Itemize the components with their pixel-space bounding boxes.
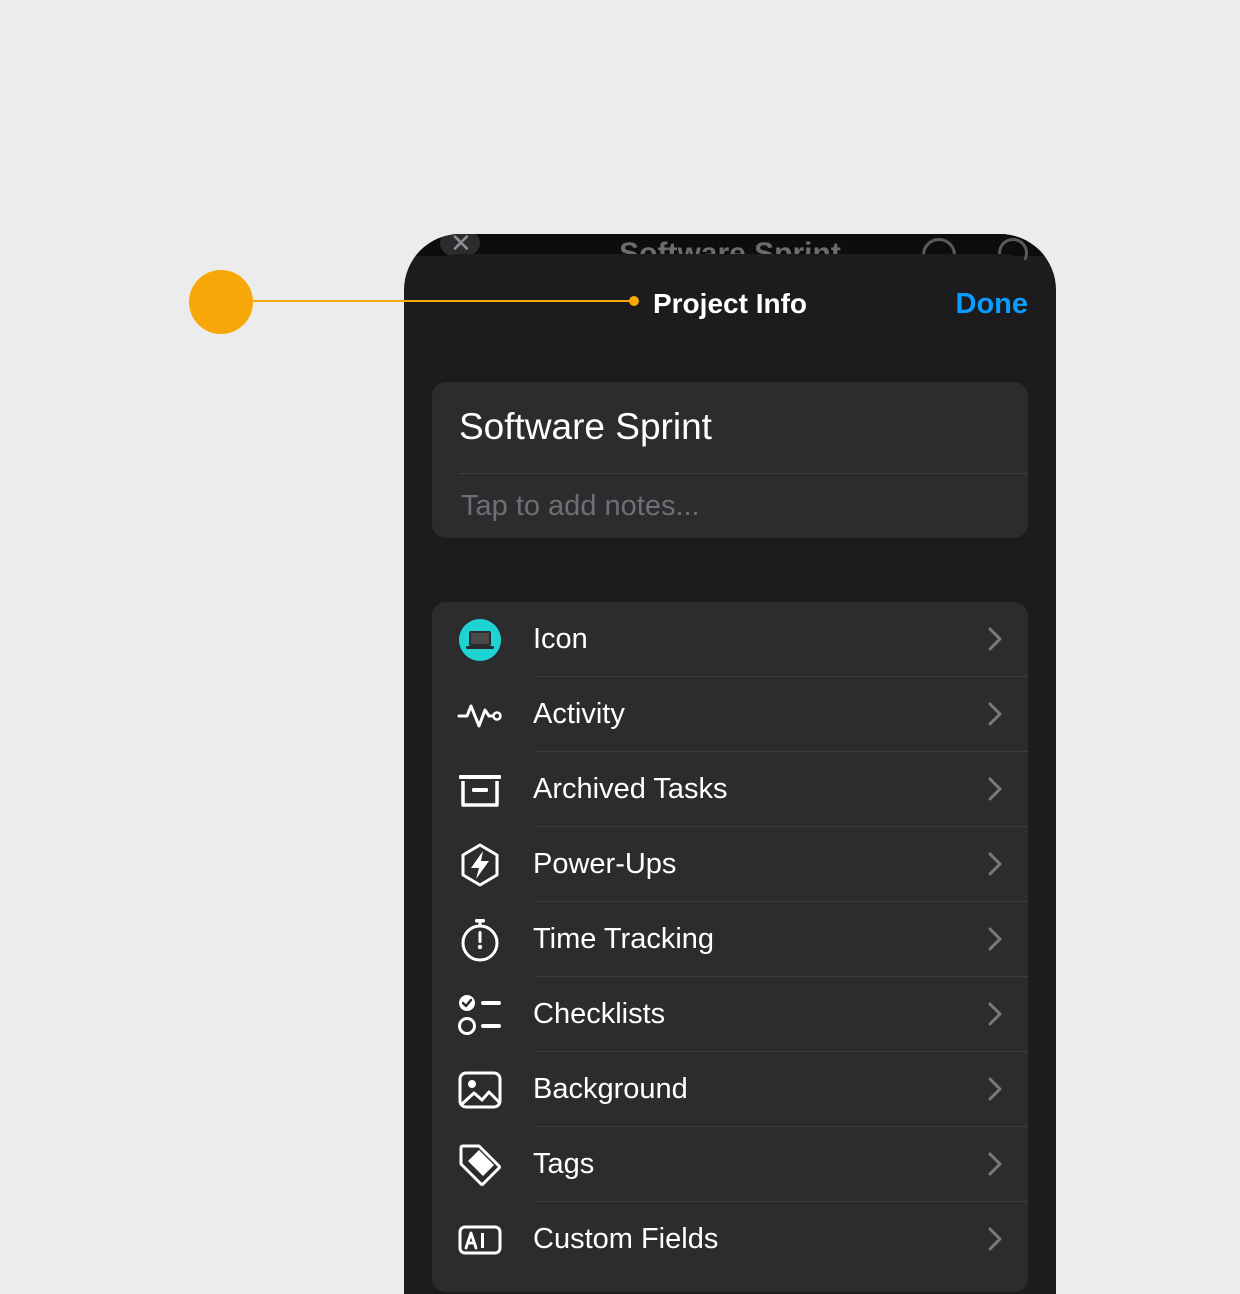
- menu-item-label: Activity: [533, 698, 625, 730]
- chevron-right-icon: [988, 927, 1002, 951]
- done-button[interactable]: Done: [956, 284, 1029, 324]
- menu-item-time-tracking[interactable]: Time Tracking: [432, 902, 1028, 977]
- laptop-badge-icon: [457, 617, 503, 663]
- chevron-right-icon: [988, 852, 1002, 876]
- menu-item-power-ups[interactable]: Power-Ups: [432, 827, 1028, 902]
- checklist-icon: [457, 992, 503, 1038]
- menu-item-background[interactable]: Background: [432, 1052, 1028, 1127]
- menu-item-label: Checklists: [533, 998, 666, 1030]
- chevron-right-icon: [988, 702, 1002, 726]
- image-icon: [457, 1067, 503, 1113]
- menu-item-label: Archived Tasks: [533, 773, 728, 805]
- menu-item-archived-tasks[interactable]: Archived Tasks: [432, 752, 1028, 827]
- menu-item-label: Power-Ups: [533, 848, 677, 880]
- project-name-field[interactable]: Software Sprint: [459, 404, 712, 450]
- custom-fields-icon: [457, 1217, 503, 1263]
- menu-item-checklists[interactable]: Checklists: [432, 977, 1028, 1052]
- tag-icon: [457, 1142, 503, 1188]
- menu-item-label: Time Tracking: [533, 923, 715, 955]
- divider: [459, 473, 1028, 474]
- project-name-card: Software Sprint Tap to add notes...: [432, 382, 1028, 538]
- menu-item-icon[interactable]: Icon: [432, 602, 1028, 677]
- settings-list: Icon Activity Archived Tasks Power-Ups T…: [432, 602, 1028, 1292]
- archive-box-icon: [457, 767, 503, 813]
- menu-item-label: Icon: [533, 623, 588, 655]
- chevron-right-icon: [988, 1227, 1002, 1251]
- menu-item-label: Custom Fields: [533, 1223, 719, 1255]
- activity-pulse-icon: [457, 692, 503, 738]
- underlying-title: Software Sprint: [619, 237, 841, 254]
- menu-item-label: Tags: [533, 1148, 595, 1180]
- callout-marker: [189, 270, 253, 334]
- project-info-sheet: Project Info Done Software Sprint Tap to…: [404, 254, 1056, 1294]
- chevron-right-icon: [988, 1002, 1002, 1026]
- chevron-right-icon: [988, 627, 1002, 651]
- underlying-header: ✕ Software Sprint: [404, 234, 1056, 272]
- callout-line-end: [629, 296, 639, 306]
- stopwatch-icon: [457, 917, 503, 963]
- chevron-right-icon: [988, 1152, 1002, 1176]
- menu-item-label: Background: [533, 1073, 688, 1105]
- chevron-right-icon: [988, 777, 1002, 801]
- menu-item-activity[interactable]: Activity: [432, 677, 1028, 752]
- menu-item-tags[interactable]: Tags: [432, 1127, 1028, 1202]
- menu-item-custom-fields[interactable]: Custom Fields: [432, 1202, 1028, 1277]
- callout-line: [252, 300, 634, 302]
- power-ups-bolt-icon: [457, 842, 503, 888]
- chevron-right-icon: [988, 1077, 1002, 1101]
- phone-frame: ✕ Software Sprint Project Info Done Soft…: [404, 234, 1056, 1294]
- notes-field[interactable]: Tap to add notes...: [461, 486, 700, 526]
